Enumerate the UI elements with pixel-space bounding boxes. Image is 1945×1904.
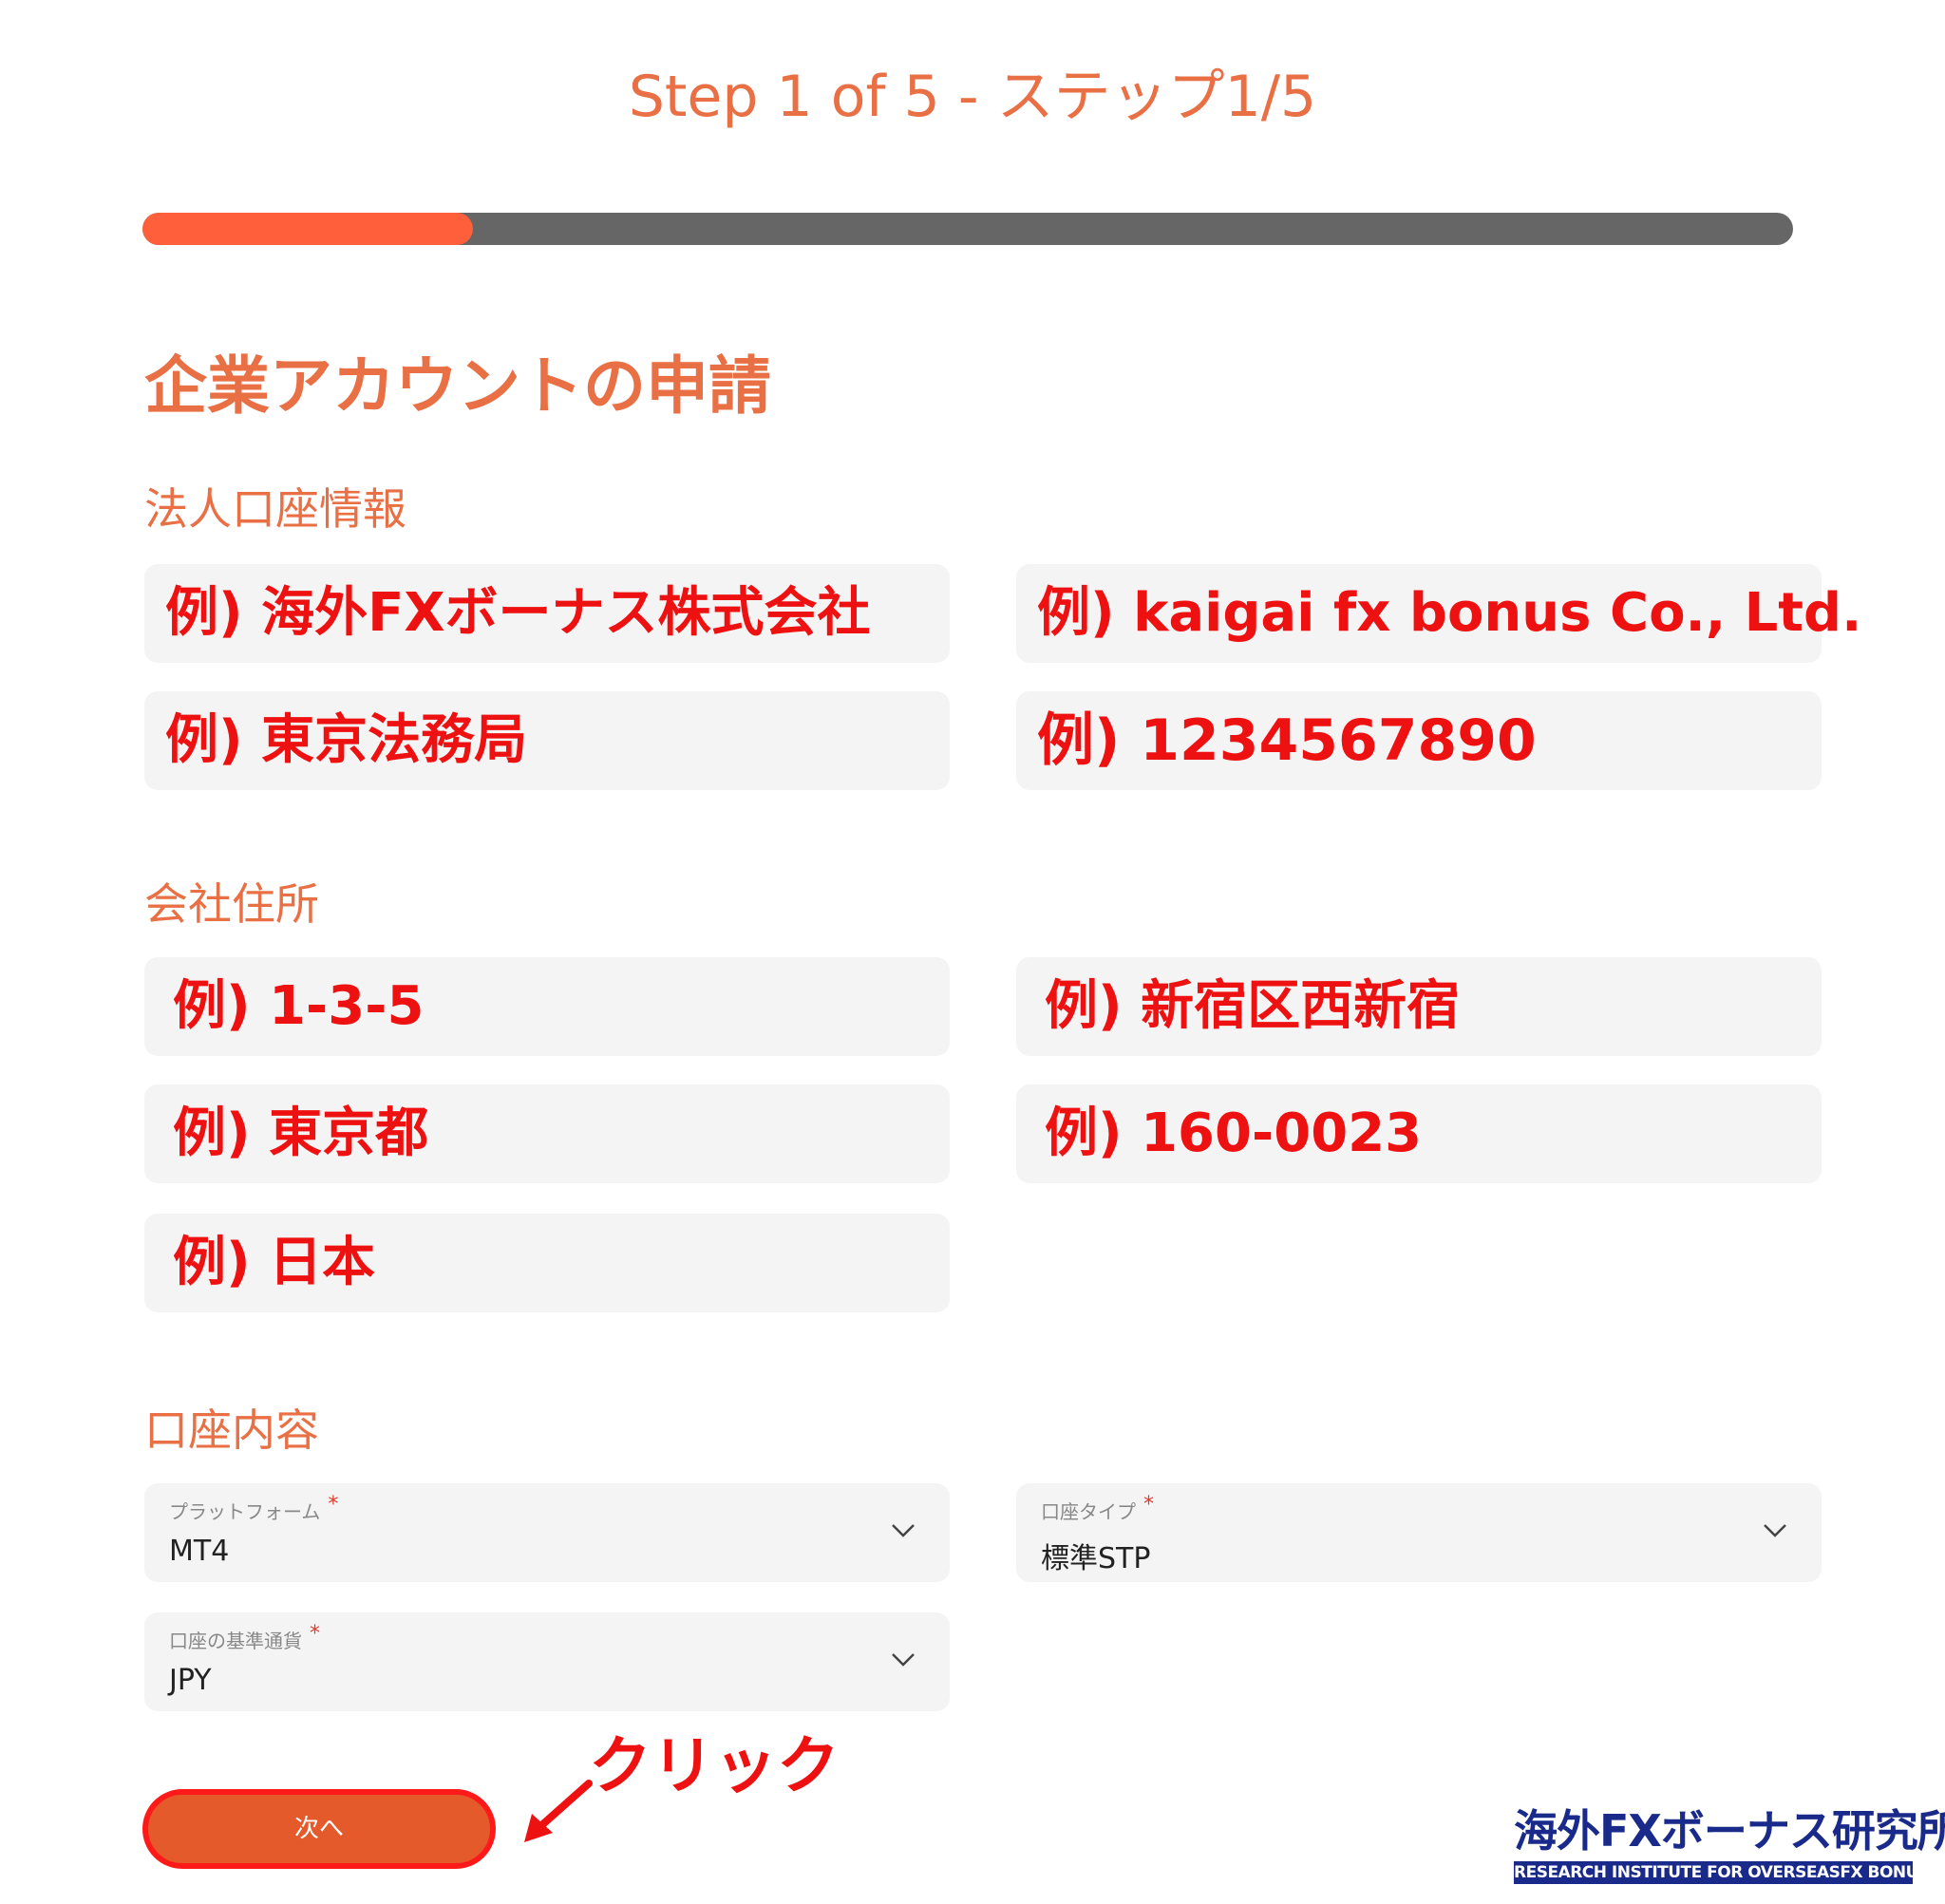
country-input[interactable]: 例) 日本: [144, 1214, 950, 1312]
company-name-english-input[interactable]: 例) kaigai fx bonus Co., Ltd.: [1016, 564, 1861, 663]
field-placeholder: 例) 海外FXボーナス株式会社: [165, 582, 871, 644]
registration-number-input[interactable]: 例) 1234567890: [1016, 691, 1822, 790]
step-indicator: Step 1 of 5 - ステップ1/5: [628, 64, 1317, 130]
platform-select[interactable]: プラットフォーム * MT4: [144, 1483, 950, 1582]
field-placeholder: 例) 東京都: [173, 1103, 429, 1164]
click-annotation: クリック: [522, 1728, 845, 1852]
watermark-logo: 海外FXボーナス研究所 RESEARCH INSTITUTE FOR OVERS…: [1514, 1804, 1945, 1890]
chevron-down-icon: [892, 1524, 915, 1537]
arrow-icon: [524, 1780, 593, 1842]
account-type-select-label: 口座タイプ *: [1041, 1493, 1154, 1523]
address-prefecture-input[interactable]: 例) 東京都: [144, 1084, 950, 1183]
progress-bar-fill: [142, 213, 473, 245]
field-placeholder: 例) 東京法務局: [165, 709, 528, 771]
watermark-title: 海外FXボーナス研究所: [1514, 1805, 1945, 1857]
required-mark: *: [1143, 1493, 1154, 1517]
account-type-select[interactable]: 口座タイプ * 標準STP: [1016, 1483, 1822, 1582]
postal-code-input[interactable]: 例) 160-0023: [1016, 1084, 1822, 1183]
chevron-down-icon: [1764, 1524, 1786, 1537]
address-city-input[interactable]: 例) 新宿区西新宿: [1016, 957, 1822, 1056]
field-placeholder: 例) 160-0023: [1045, 1103, 1423, 1164]
platform-select-label: プラットフォーム *: [169, 1493, 339, 1523]
base-currency-select-label: 口座の基準通貨 *: [169, 1622, 320, 1652]
section-label-company-address: 会社住所: [144, 878, 319, 930]
chevron-down-icon: [892, 1653, 915, 1667]
field-placeholder: 例) kaigai fx bonus Co., Ltd.: [1037, 582, 1862, 644]
field-placeholder: 例) 日本: [173, 1232, 376, 1293]
field-placeholder: 例) 1234567890: [1037, 707, 1537, 774]
required-mark: *: [310, 1622, 320, 1646]
section-label-account-details: 口座内容: [144, 1404, 319, 1456]
page-title: 企業アカウントの申請: [144, 349, 771, 423]
base-currency-select-value: JPY: [169, 1664, 212, 1697]
account-type-select-value: 標準STP: [1041, 1542, 1151, 1575]
platform-select-value: MT4: [169, 1535, 230, 1568]
address-block-number-input[interactable]: 例) 1-3-5: [144, 957, 950, 1056]
field-placeholder: 例) 1-3-5: [173, 975, 425, 1037]
field-placeholder: 例) 新宿区西新宿: [1045, 975, 1461, 1037]
watermark-subtitle: RESEARCH INSTITUTE FOR OVERSEASFX BONUS: [1514, 1861, 1930, 1884]
next-button[interactable]: 次へ: [142, 1789, 496, 1869]
section-label-corporate-account-info: 法人口座情報: [144, 483, 406, 535]
registry-office-input[interactable]: 例) 東京法務局: [144, 691, 950, 790]
click-label: クリック: [589, 1729, 840, 1802]
base-currency-select[interactable]: 口座の基準通貨 * JPY: [144, 1612, 950, 1711]
company-name-japanese-input[interactable]: 例) 海外FXボーナス株式会社: [144, 564, 950, 663]
progress-bar: [142, 213, 1793, 245]
required-mark: *: [328, 1493, 339, 1517]
